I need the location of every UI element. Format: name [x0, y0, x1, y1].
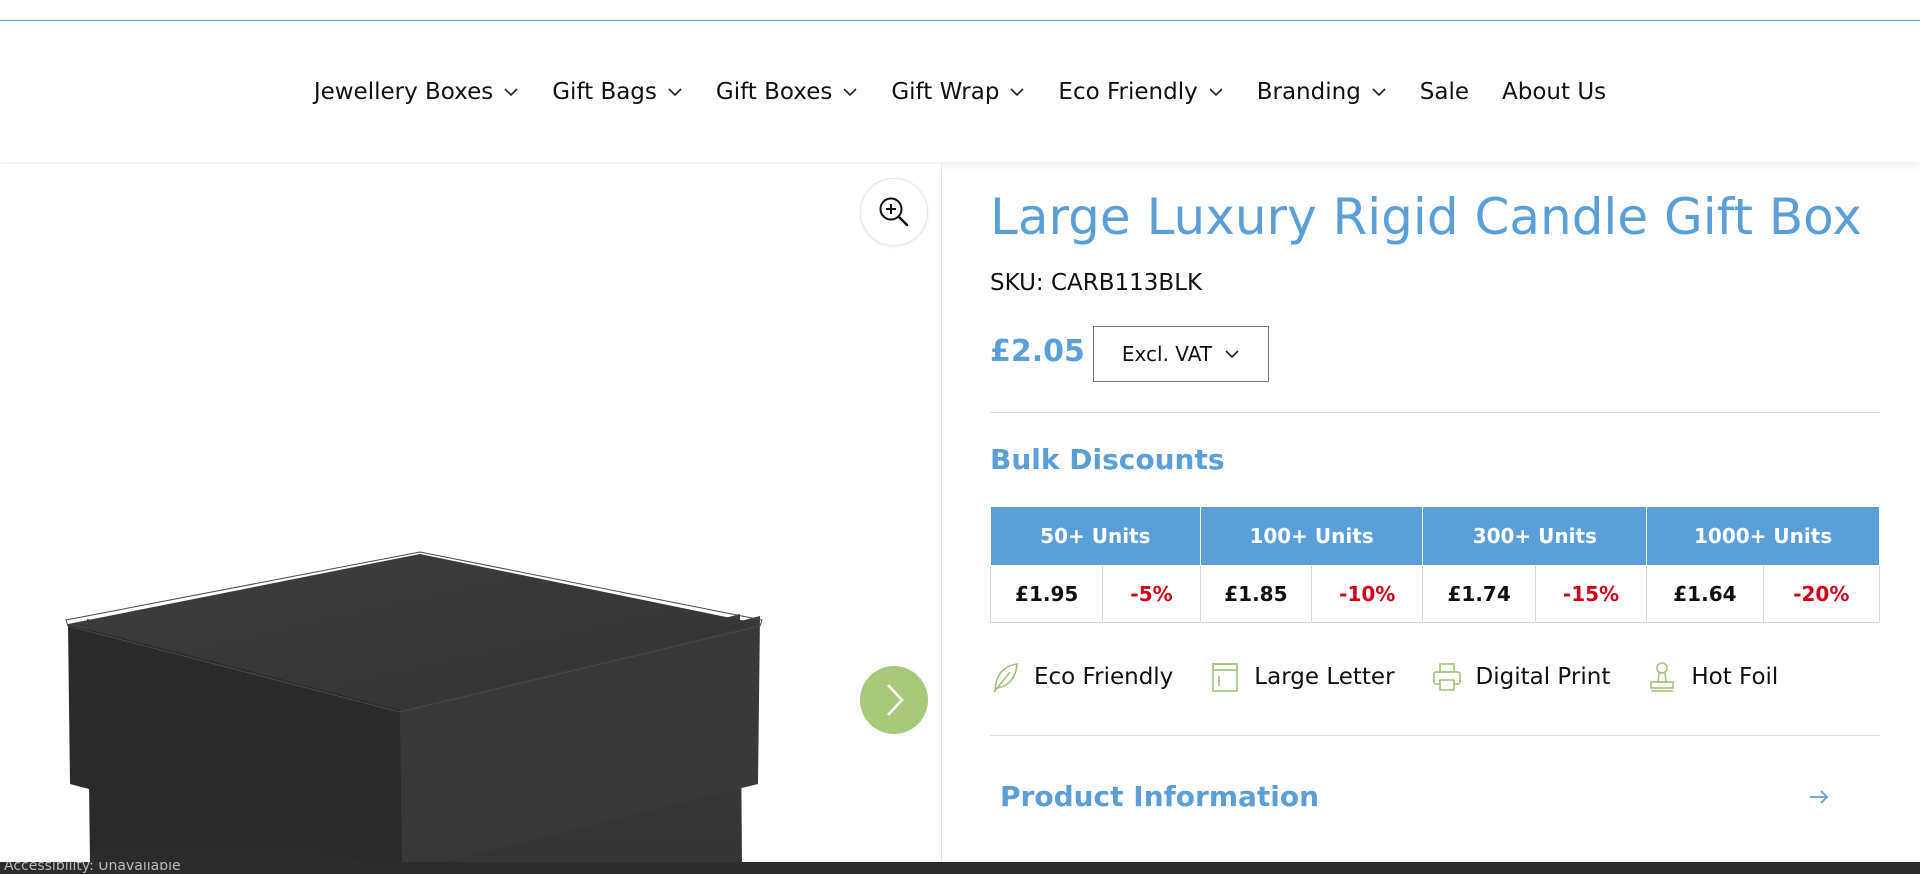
discount-header-row: 50+ Units 100+ Units 300+ Units 1000+ Un… [990, 506, 1880, 566]
product-information-toggle[interactable]: Product Information [990, 780, 1830, 813]
nav-item-label: Jewellery Boxes [313, 79, 494, 105]
feature-label: Hot Foil [1691, 664, 1779, 690]
zoom-button[interactable] [860, 178, 928, 246]
feature-hot-foil: Hot Foil [1647, 660, 1778, 694]
tier-discount: -5% [1102, 565, 1201, 623]
bulk-discount-table: 50+ Units 100+ Units 300+ Units 1000+ Un… [989, 506, 1881, 623]
letter-box-icon [1212, 663, 1239, 692]
tier-price: £1.85 [1199, 565, 1313, 623]
product-image [65, 551, 763, 864]
chevron-down-icon [1225, 350, 1239, 359]
chevron-down-icon [1209, 88, 1223, 97]
nav-item-gift-boxes[interactable]: Gift Boxes [716, 79, 858, 105]
product-price: £2.05 [990, 334, 1085, 369]
nav-item-branding[interactable]: Branding [1257, 79, 1387, 105]
chevron-down-icon [1010, 88, 1024, 97]
feature-label: Digital Print [1475, 664, 1611, 690]
next-image-button[interactable] [860, 666, 928, 734]
product-title: Large Luxury Rigid Candle Gift Box [990, 188, 1862, 246]
nav-item-gift-wrap[interactable]: Gift Wrap [891, 79, 1025, 105]
nav-item-label: Gift Boxes [715, 79, 833, 105]
tier-discount: -20% [1762, 565, 1881, 623]
nav-item-about-us[interactable]: About Us [1502, 79, 1606, 105]
tier-header: 100+ Units [1199, 506, 1424, 566]
divider [990, 735, 1880, 736]
chevron-down-icon [504, 88, 518, 97]
vat-select[interactable]: Excl. VAT [1093, 326, 1269, 382]
product-image-gallery [0, 164, 941, 864]
feature-label: Eco Friendly [1034, 664, 1174, 690]
tier-discount: -10% [1311, 565, 1424, 623]
product-information-label: Product Information [1000, 780, 1320, 813]
feature-eco-friendly: Eco Friendly [990, 660, 1173, 694]
tier-price: £1.74 [1422, 565, 1536, 623]
leaf-icon [993, 663, 1018, 693]
zoom-in-icon [879, 197, 909, 227]
nav-item-label: Eco Friendly [1058, 79, 1198, 105]
tier-header: 50+ Units [990, 506, 1201, 566]
bulk-discounts-heading: Bulk Discounts [990, 443, 1225, 476]
divider [990, 412, 1880, 413]
top-accent-line [0, 20, 1920, 21]
feature-digital-print: Digital Print [1432, 660, 1611, 694]
status-text: Accessibility: Unavailable [4, 862, 181, 874]
chevron-down-icon [1372, 88, 1386, 97]
product-sku: SKU: CARB113BLK [990, 270, 1203, 296]
tier-header: 1000+ Units [1646, 506, 1880, 566]
browser-status-bar: Accessibility: Unavailable [0, 862, 1920, 874]
stamp-icon [1650, 662, 1675, 692]
nav-item-jewellery-boxes[interactable]: Jewellery Boxes [314, 79, 519, 105]
tier-price: £1.95 [989, 565, 1104, 623]
tier-header: 300+ Units [1422, 506, 1648, 566]
nav-item-label: Gift Wrap [891, 79, 1000, 105]
tier-discount: -15% [1534, 565, 1648, 623]
chevron-right-icon [887, 684, 904, 716]
nav-item-label: Gift Bags [552, 79, 657, 105]
nav-menu: Jewellery Boxes Gift Bags Gift Boxes Gif… [314, 79, 1606, 105]
tier-price: £1.64 [1646, 565, 1764, 623]
nav-item-label: Sale [1419, 79, 1470, 105]
chevron-down-icon [843, 88, 857, 97]
discount-values-row: £1.95 -5% £1.85 -10% £1.74 -15% £1.64 -2… [989, 565, 1881, 623]
printer-icon [1432, 663, 1461, 691]
feature-label: Large Letter [1254, 664, 1395, 690]
nav-item-label: About Us [1502, 79, 1607, 105]
chevron-down-icon [668, 88, 682, 97]
vat-select-value: Excl. VAT [1121, 342, 1213, 366]
gallery-divider [941, 164, 942, 864]
feature-large-letter: Large Letter [1210, 660, 1395, 694]
product-features: Eco Friendly Large Letter Digital Print … [990, 660, 1778, 694]
nav-item-sale[interactable]: Sale [1420, 79, 1469, 105]
nav-item-gift-bags[interactable]: Gift Bags [552, 79, 683, 105]
nav-item-label: Branding [1256, 79, 1361, 105]
main-navigation: Jewellery Boxes Gift Bags Gift Boxes Gif… [0, 22, 1920, 162]
nav-item-eco-friendly[interactable]: Eco Friendly [1058, 79, 1223, 105]
arrow-right-icon [1810, 789, 1829, 804]
